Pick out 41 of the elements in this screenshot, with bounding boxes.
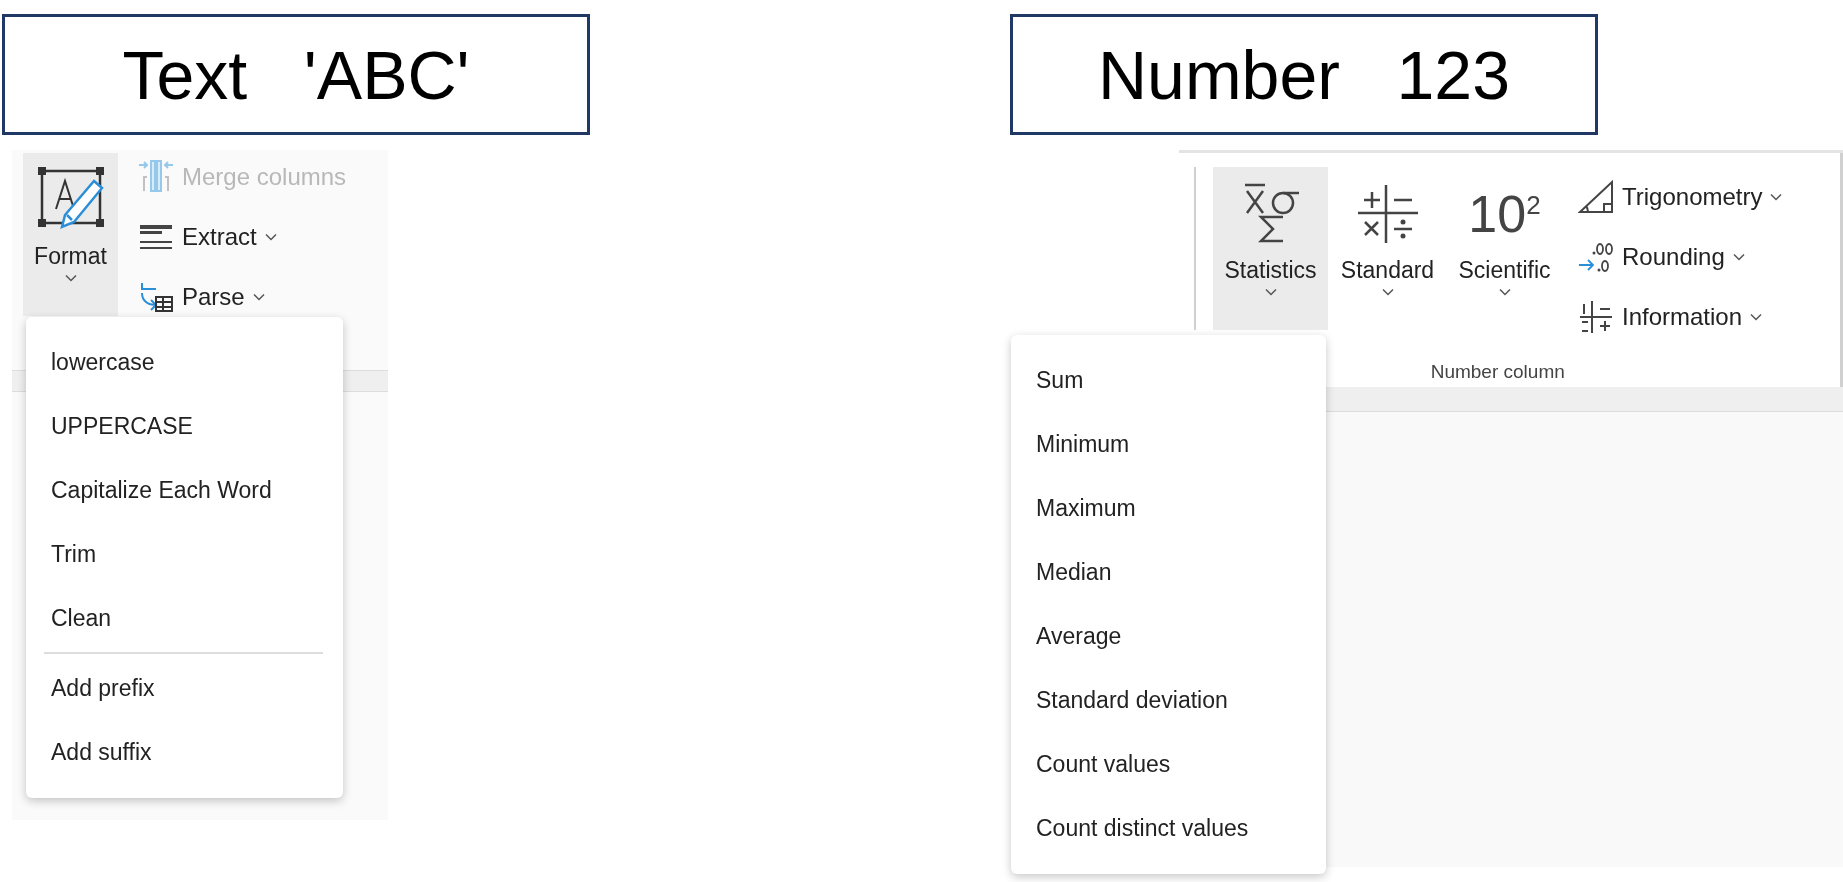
ribbon-button[interactable]: Extract [138,215,347,259]
menu-item[interactable]: Maximum [1011,476,1326,540]
chevron-icon [1498,288,1511,296]
menu-item[interactable]: Capitalize Each Word [26,458,343,522]
ribbon-button[interactable]: Information [1578,295,1783,339]
superscript-icon: 10$^{2}$ [1468,188,1541,240]
menu-item[interactable]: Sum [1011,348,1326,412]
merge-columns-icon [138,159,174,195]
arithmetic-operators-icon [1355,183,1420,245]
menu-item[interactable]: Standard deviation [1011,668,1326,732]
menu-item[interactable]: Minimum [1011,412,1326,476]
chevron-icon [1750,313,1763,321]
chevron-icon [252,293,265,301]
menu-item[interactable]: UPPERCASE [26,394,343,458]
menu-item[interactable]: Add suffix [26,720,343,784]
menu-item[interactable]: Trim [26,522,343,586]
chevron-icon [64,274,77,282]
menu-item[interactable]: Count values [1011,732,1326,796]
menu-item[interactable]: Clean [26,586,343,650]
chevron-icon [1381,288,1394,296]
chevron-icon [264,233,277,241]
number-grid-icon [1578,299,1614,335]
ribbon-button[interactable]: Parse [138,275,347,319]
chevron-icon [1264,288,1277,296]
ribbon-button[interactable]: 10$^{2}$ Scientific [1447,167,1562,330]
chevron-icon [1770,193,1783,201]
ribbon-button[interactable]: Standard [1330,167,1445,330]
menu-item[interactable]: Average [1011,604,1326,668]
menu-item[interactable]: Count distinct values [1011,796,1326,860]
ribbon-button[interactable]: Rounding [1578,235,1783,279]
ribbon-button[interactable]: Trigonometry [1578,175,1783,219]
menu-item[interactable]: Add prefix [26,656,343,720]
menu-item[interactable]: lowercase [26,330,343,394]
chevron-icon [1732,253,1745,261]
slide-heading: Number 123 [1098,35,1510,114]
group-label: Number column [1430,361,1565,383]
triangle-icon [1578,179,1614,215]
ribbon-button[interactable]: Format [23,153,118,316]
menu-item[interactable]: Median [1011,540,1326,604]
ribbon-button[interactable]: Statistics [1213,167,1328,330]
slide-heading: Text 'ABC' [122,35,470,114]
